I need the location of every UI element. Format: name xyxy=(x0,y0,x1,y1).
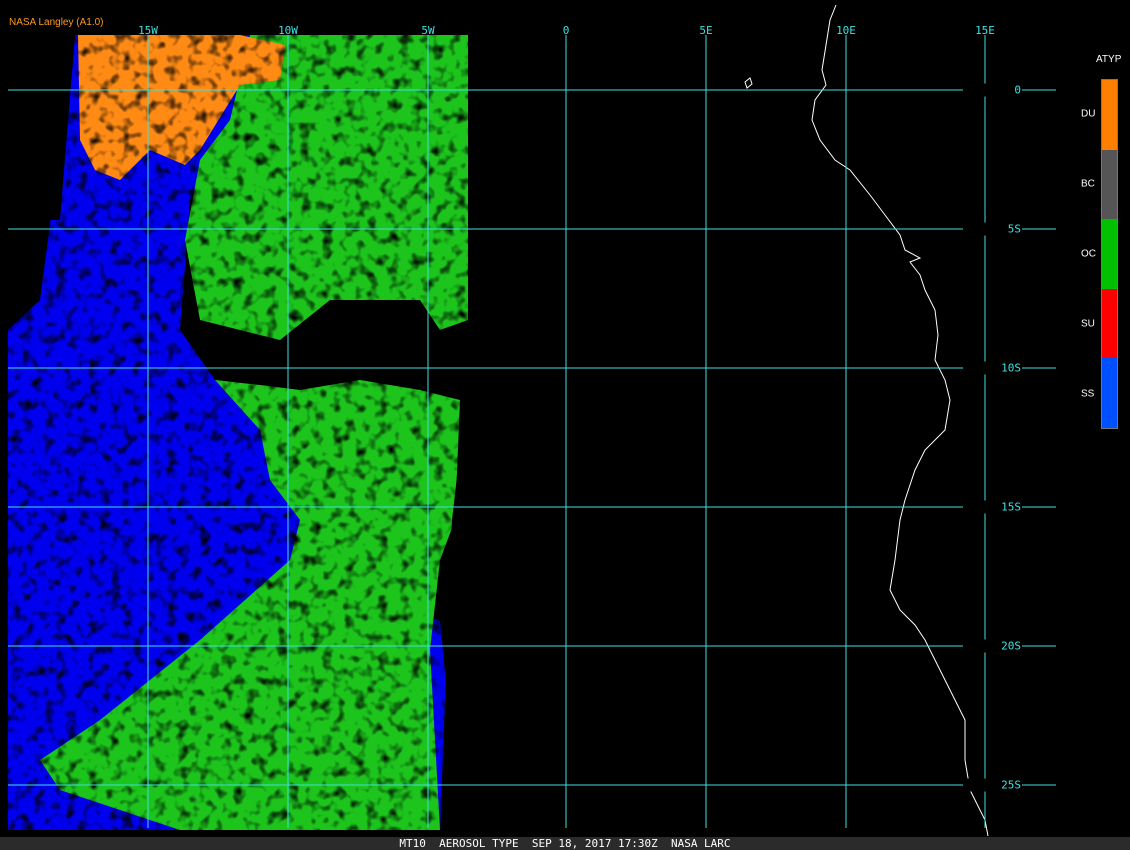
latitude-label: 15S xyxy=(963,500,1022,514)
footer-caption: MT10 AEROSOL TYPE SEP 18, 2017 17:30Z NA… xyxy=(0,837,1130,850)
latitude-label: 10S xyxy=(963,361,1022,375)
legend-label-su: SU xyxy=(1081,318,1095,330)
legend-title: ATYP xyxy=(1096,54,1122,65)
coastline xyxy=(744,4,989,837)
longitude-label: 10W xyxy=(278,24,298,37)
legend-label-du: DU xyxy=(1081,108,1096,120)
longitude-label: 10E xyxy=(836,24,856,37)
legend-label-ss: SS xyxy=(1081,388,1095,400)
legend-label-oc: OC xyxy=(1081,248,1096,260)
latitude-label: 25S xyxy=(963,778,1022,792)
latitude-label: 0 xyxy=(963,83,1022,97)
legend-swatch-du xyxy=(1102,80,1117,150)
legend-swatch-bc xyxy=(1102,149,1117,220)
legend-label-bc: BC xyxy=(1081,178,1095,190)
longitude-label: 5W xyxy=(421,24,435,37)
aerosol-field xyxy=(8,35,468,830)
legend-swatch-su xyxy=(1102,288,1117,359)
longitude-label: 5E xyxy=(699,24,713,37)
color-legend xyxy=(1101,79,1118,429)
longitude-label: 0 xyxy=(562,24,570,37)
legend-swatch-oc xyxy=(1102,219,1117,289)
latitude-label: 5S xyxy=(963,222,1022,236)
credit-label: NASA Langley (A1.0) xyxy=(9,17,104,28)
aerosol-map xyxy=(8,4,1056,837)
longitude-label: 15W xyxy=(138,24,158,37)
latitude-label: 20S xyxy=(963,639,1022,653)
longitude-label: 15E xyxy=(975,24,995,37)
legend-swatch-ss xyxy=(1102,358,1117,428)
